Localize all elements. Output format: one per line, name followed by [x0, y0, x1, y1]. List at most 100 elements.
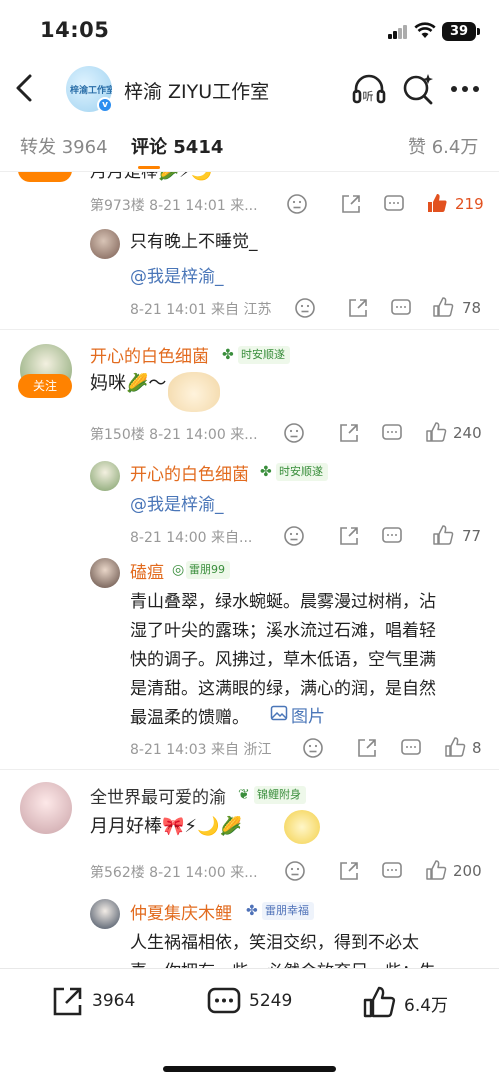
- clover-icon: ✤: [246, 903, 258, 919]
- liked-thumb-icon[interactable]: [426, 192, 448, 214]
- like-count[interactable]: 6.4万: [404, 991, 448, 1016]
- fan-badge: 时安顺遂: [276, 463, 328, 481]
- comment-meta: 第150楼 8-21 14:00 来...: [90, 427, 258, 443]
- mention-link[interactable]: @我是梓渝_: [130, 262, 224, 287]
- fan-badge: 时安顺遂: [238, 346, 290, 364]
- reply-author-name[interactable]: 仲夏集庆木鲤: [130, 899, 232, 924]
- like-thumb-icon[interactable]: [362, 985, 396, 1019]
- fan-badge: 锦鲤附身: [254, 786, 306, 804]
- weibo-comment-page: 14:05 39 梓渝工作室 v 梓渝 ZIYU工作室 听 转发 3964 评论…: [0, 0, 499, 1080]
- reply-text-line: 喜，你拥有一些，必然会放弃另一些；失: [130, 958, 436, 968]
- repost-icon[interactable]: [50, 985, 84, 1019]
- comment-text: 月月是棒🌽⚡🌙: [90, 172, 213, 182]
- comment-list[interactable]: 月月是棒🌽⚡🌙 第973楼 8-21 14:01 来... 219 只有晚上不睡…: [0, 172, 499, 968]
- repost-icon[interactable]: [338, 860, 360, 882]
- fan-badge: 雷朋幸福: [262, 902, 314, 920]
- reply-meta: 8-21 14:03 来自 浙江: [130, 742, 272, 758]
- comment-icon[interactable]: [383, 193, 405, 215]
- reply-avatar[interactable]: [90, 558, 120, 588]
- comment-text: 妈咪🌽～: [90, 373, 167, 394]
- status-time: 14:05: [40, 18, 110, 42]
- more-options-icon[interactable]: [448, 72, 482, 106]
- repost-icon[interactable]: [338, 525, 360, 547]
- divider: [0, 769, 499, 770]
- clover-icon: ✤: [222, 347, 234, 363]
- page-title[interactable]: 梓渝 ZIYU工作室: [124, 77, 269, 104]
- reply-author-name[interactable]: 磕瘟: [130, 558, 164, 583]
- like-thumb-icon[interactable]: [425, 859, 447, 881]
- repost-icon[interactable]: [356, 737, 378, 759]
- like-count: 78: [462, 299, 482, 317]
- dislike-face-icon[interactable]: [294, 297, 316, 319]
- avatar-logo-text: 梓渝工作室: [70, 86, 112, 96]
- spiral-badge-icon: ◎: [172, 562, 185, 578]
- comment-count[interactable]: 5249: [249, 991, 292, 1011]
- follow-button[interactable]: 关注: [18, 374, 72, 398]
- like-count: 77: [462, 527, 482, 545]
- reply-meta: 8-21 14:01 来自 江苏: [130, 302, 272, 318]
- dislike-face-icon[interactable]: [283, 422, 305, 444]
- view-image-link[interactable]: 图片: [291, 702, 325, 727]
- comment-text: 月月好棒🎀⚡🌙🌽: [90, 816, 242, 837]
- like-count: 8: [472, 739, 482, 757]
- tab-likes[interactable]: 赞 6.4万: [408, 133, 478, 159]
- like-thumb-icon[interactable]: [432, 524, 454, 546]
- reply-avatar[interactable]: [90, 229, 120, 259]
- reply-avatar[interactable]: [90, 899, 120, 929]
- active-tab-indicator: [138, 166, 160, 169]
- like-count: 200: [453, 862, 482, 880]
- cellular-signal-icon: [388, 25, 408, 39]
- follow-button[interactable]: [18, 172, 72, 182]
- tab-comment[interactable]: 评论 5414: [131, 133, 223, 159]
- verified-badge-icon: v: [97, 97, 113, 113]
- listen-headphones-icon[interactable]: 听: [352, 72, 386, 106]
- home-indicator[interactable]: [163, 1066, 336, 1072]
- status-bar: 14:05 39: [0, 0, 499, 60]
- comment-icon[interactable]: [206, 985, 242, 1019]
- commenter-name[interactable]: 开心的白色细菌: [90, 342, 209, 367]
- repost-count[interactable]: 3964: [92, 991, 135, 1011]
- reply-text-line: 快的调子。风拂过，草木低语，空气里满: [130, 650, 436, 670]
- koi-badge-icon: ❦: [238, 787, 250, 803]
- comment-icon[interactable]: [381, 525, 403, 547]
- like-count: 219: [455, 195, 484, 213]
- comment-meta: 第973楼 8-21 14:01 来...: [90, 198, 258, 214]
- commenter-avatar[interactable]: [20, 782, 72, 834]
- like-thumb-icon[interactable]: [444, 736, 466, 758]
- reply-text-line: 青山叠翠，绿水蜿蜒。晨雾漫过树梢，沾: [130, 592, 436, 612]
- dislike-face-icon[interactable]: [286, 193, 308, 215]
- fan-badge: 雷朋99: [186, 561, 230, 579]
- comment-icon[interactable]: [390, 297, 412, 319]
- reply-text: 只有晚上不睡觉_: [130, 232, 258, 252]
- reply-author-name[interactable]: 开心的白色细菌: [130, 460, 249, 485]
- like-count: 240: [453, 424, 482, 442]
- search-sparkle-icon[interactable]: [401, 72, 435, 106]
- tab-repost[interactable]: 转发 3964: [20, 133, 108, 159]
- clover-icon: ✤: [260, 464, 272, 480]
- sticker-image[interactable]: [168, 372, 220, 412]
- comment-icon[interactable]: [400, 737, 422, 759]
- dislike-face-icon[interactable]: [284, 860, 306, 882]
- repost-icon[interactable]: [340, 193, 362, 215]
- svg-text:听: 听: [363, 90, 374, 103]
- reply-meta: 8-21 14:00 来自...: [130, 530, 253, 546]
- divider: [0, 329, 499, 330]
- nav-header: 梓渝工作室 v 梓渝 ZIYU工作室 听: [0, 60, 499, 116]
- reply-text-line: 是清甜。这满眼的绿，满心的润，是自然: [130, 679, 436, 699]
- sticker-image[interactable]: [284, 810, 320, 844]
- commenter-name[interactable]: 全世界最可爱的渝: [90, 783, 226, 808]
- reply-avatar[interactable]: [90, 461, 120, 491]
- mention-link[interactable]: @我是梓渝_: [130, 490, 224, 515]
- repost-icon[interactable]: [338, 422, 360, 444]
- reply-text-line: 湿了叶尖的露珠；溪水流过石滩，唱着轻: [130, 621, 436, 641]
- comment-icon[interactable]: [381, 860, 403, 882]
- comment-icon[interactable]: [381, 422, 403, 444]
- like-thumb-icon[interactable]: [425, 421, 447, 443]
- like-thumb-icon[interactable]: [432, 296, 454, 318]
- back-arrow-icon[interactable]: [12, 72, 38, 104]
- dislike-face-icon[interactable]: [302, 737, 324, 759]
- dislike-face-icon[interactable]: [283, 525, 305, 547]
- repost-icon[interactable]: [347, 297, 369, 319]
- image-icon[interactable]: [270, 704, 288, 722]
- wifi-icon: [414, 22, 436, 38]
